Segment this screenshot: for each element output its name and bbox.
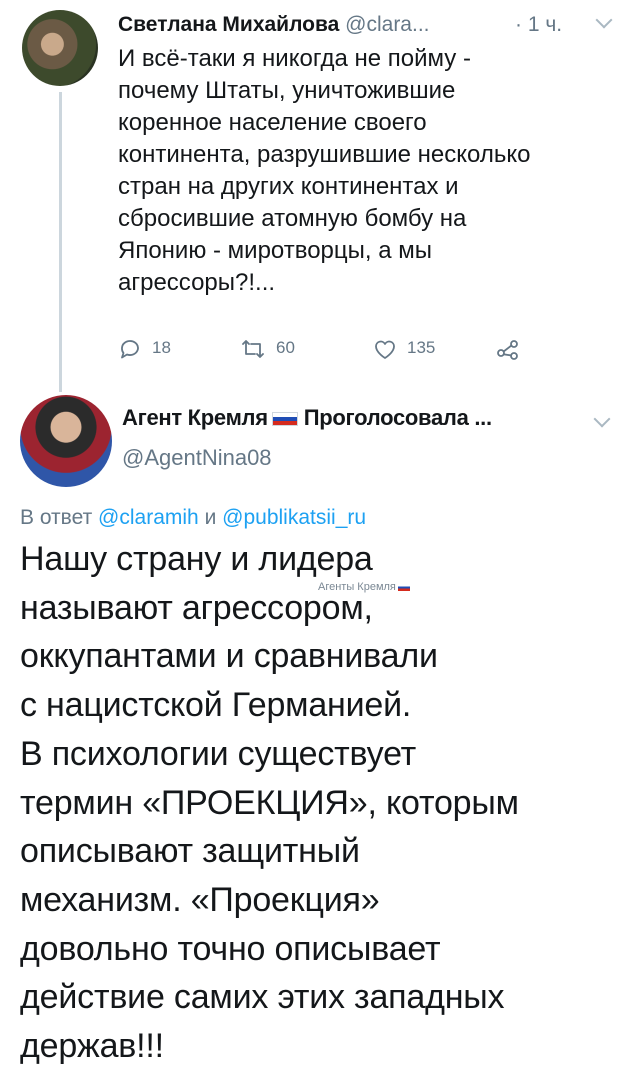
reply-icon bbox=[121, 339, 139, 358]
tweet-text: И всё-таки я никогда не пойму - почему Ш… bbox=[118, 45, 531, 296]
reply-count: 18 bbox=[152, 338, 171, 357]
author-handle[interactable]: @AgentNina08 bbox=[122, 443, 272, 473]
author-name[interactable]: Светлана Михайлова bbox=[118, 13, 339, 36]
reply-context: В ответ @claramih и @publikatsii_ru bbox=[20, 503, 366, 533]
mention-link[interactable]: @publikatsii_ru bbox=[222, 506, 366, 529]
author-name: Агент Кремля bbox=[122, 405, 268, 430]
like-icon bbox=[375, 340, 395, 359]
share-icon bbox=[497, 339, 518, 360]
retweet-count: 60 bbox=[276, 338, 295, 357]
tweet-actions: 18 60 135 bbox=[118, 332, 548, 364]
tweet-2: Агент Кремля Проголосовала ... @AgentNina… bbox=[0, 385, 629, 1080]
chevron-down-icon[interactable] bbox=[593, 410, 611, 428]
tweet-text: Нашу страну и лидера называют агрессором… bbox=[20, 540, 519, 1066]
tweet-1: Светлана Михайлова @clara... · 1 ч. И вс… bbox=[0, 0, 629, 392]
like-count: 135 bbox=[407, 338, 436, 357]
tweet-header: Светлана Михайлова @clara... · 1 ч. bbox=[118, 10, 618, 40]
mention-link[interactable]: @claramih bbox=[98, 506, 199, 529]
watermark-text: Агенты Кремля bbox=[318, 581, 396, 593]
author-name-line[interactable]: Агент Кремля Проголосовала ... bbox=[122, 403, 592, 433]
reply-conjunction: и bbox=[204, 506, 217, 529]
avatar[interactable] bbox=[22, 10, 98, 86]
chevron-down-icon[interactable] bbox=[595, 11, 613, 29]
author-name-suffix: Проголосовала ... bbox=[303, 405, 492, 430]
author-handle[interactable]: @clara... bbox=[345, 13, 429, 36]
russia-flag-icon bbox=[271, 412, 298, 427]
reply-prefix: В ответ bbox=[20, 506, 93, 529]
thread-connector bbox=[59, 92, 62, 392]
avatar[interactable] bbox=[20, 395, 112, 487]
russia-flag-icon bbox=[397, 583, 410, 591]
share-button[interactable] bbox=[496, 332, 530, 364]
tweet-time[interactable]: · 1 ч. bbox=[515, 10, 562, 40]
retweet-icon bbox=[242, 339, 264, 358]
watermark: Агенты Кремля bbox=[318, 581, 410, 593]
reply-button[interactable]: 18 bbox=[118, 332, 171, 364]
like-button[interactable]: 135 bbox=[373, 332, 435, 364]
retweet-button[interactable]: 60 bbox=[240, 332, 295, 364]
